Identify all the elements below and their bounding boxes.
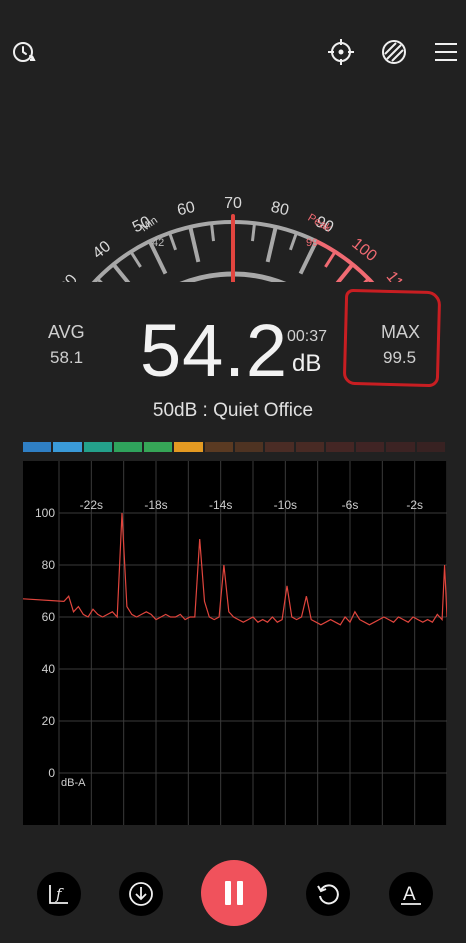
frequency-button[interactable]: f — [37, 872, 81, 916]
gauge-tick — [328, 263, 355, 294]
avg-value: 58.1 — [50, 348, 84, 367]
min-value: 42 — [152, 237, 164, 249]
weighting-icon: A — [401, 884, 421, 905]
decibel-history-chart: -22s -18s -14s -10s -6s -2s 100 80 60 40 20 0 dB-A — [22, 461, 448, 825]
min-peak-arc — [149, 271, 295, 303]
y-tick-label: 100 — [35, 506, 55, 520]
color-scale-segment — [234, 442, 264, 452]
avg-label: AVG — [48, 322, 85, 342]
reset-button[interactable] — [306, 872, 350, 916]
history-icon[interactable] — [8, 36, 40, 68]
x-tick-label: -22s — [80, 498, 103, 512]
color-scale-segment — [265, 442, 294, 452]
color-scale-segment — [295, 442, 324, 452]
gauge-tick — [188, 226, 201, 263]
svg-text:f: f — [55, 885, 64, 903]
y-tick-label: 20 — [42, 714, 56, 728]
reset-icon — [317, 884, 339, 905]
gauge-tick — [129, 250, 142, 268]
elapsed-time: 00:37 — [287, 328, 328, 345]
gauge-scale-label: 100 — [348, 235, 380, 265]
y-tick-label: 80 — [42, 558, 56, 572]
theme-icon[interactable] — [378, 36, 410, 68]
bottom-controls: f A — [0, 858, 466, 928]
color-scale-segment — [113, 442, 143, 452]
gauge-tick — [168, 232, 177, 251]
y-tick-label: 60 — [42, 610, 56, 624]
y-tick-label: 0 — [48, 766, 55, 780]
sound-level-gauge: 2030405060708090100110120 Min 42 Peak 99 — [0, 112, 466, 349]
x-tick-label: -2s — [406, 498, 423, 512]
gauge-tick — [210, 223, 216, 242]
x-tick-label: -14s — [209, 498, 232, 512]
chart-unit-label: dB-A — [61, 777, 86, 789]
chart-series-line — [22, 512, 448, 626]
color-scale-segment — [325, 442, 355, 452]
color-scale-segment — [204, 442, 233, 452]
level-description: 50dB : Quiet Office — [152, 400, 314, 421]
gauge-tick — [111, 263, 138, 294]
gauge-scale-label: 40 — [90, 238, 115, 262]
y-tick-label: 40 — [42, 662, 56, 676]
max-label: MAX — [381, 322, 421, 342]
chart-x-ticks: -22s -18s -14s -10s -6s -2s — [80, 498, 423, 512]
calibrate-icon[interactable] — [325, 36, 357, 68]
chart-y-ticks: 100 80 60 40 20 0 — [35, 506, 55, 780]
color-scale-segment — [386, 442, 415, 452]
gauge-tick — [265, 226, 278, 263]
download-button[interactable] — [119, 872, 163, 916]
peak-value: 99 — [306, 237, 318, 249]
x-tick-label: -10s — [274, 498, 297, 512]
current-db-value: 54.2 — [140, 309, 289, 392]
menu-icon[interactable] — [430, 36, 462, 68]
gauge-scale-label: 110 — [383, 268, 412, 282]
color-scale-segment — [144, 442, 173, 452]
color-scale-segment — [174, 442, 203, 452]
top-bar — [0, 0, 466, 100]
noise-level-color-scale — [23, 442, 445, 452]
frequency-icon: f — [49, 885, 68, 904]
x-tick-label: -18s — [144, 498, 167, 512]
gauge-scale-label: 70 — [224, 195, 242, 212]
pause-icon — [225, 881, 231, 905]
readout-panel: AVG 58.1 54.2 00:37 dB MAX 99.5 — [0, 288, 466, 400]
pause-button[interactable] — [201, 860, 267, 926]
svg-text:A: A — [403, 884, 416, 905]
color-scale-segment — [53, 442, 82, 452]
gauge-scale-label: 30 — [57, 271, 81, 282]
gauge-scale-label: 80 — [269, 199, 290, 220]
gauge-scale-label: 60 — [176, 199, 197, 220]
color-scale-segment — [356, 442, 385, 452]
gauge-tick — [289, 232, 298, 251]
gauge-tick — [324, 250, 337, 268]
weighting-button[interactable]: A — [389, 872, 433, 916]
download-icon — [129, 882, 153, 906]
chart-grid — [58, 461, 448, 825]
gauge-tick — [250, 223, 256, 242]
color-scale-segment — [83, 442, 112, 452]
max-value: 99.5 — [383, 348, 417, 367]
x-tick-label: -6s — [342, 498, 359, 512]
color-scale-segment — [416, 442, 445, 452]
unit-label: dB — [292, 350, 322, 377]
color-scale-segment — [23, 442, 52, 452]
